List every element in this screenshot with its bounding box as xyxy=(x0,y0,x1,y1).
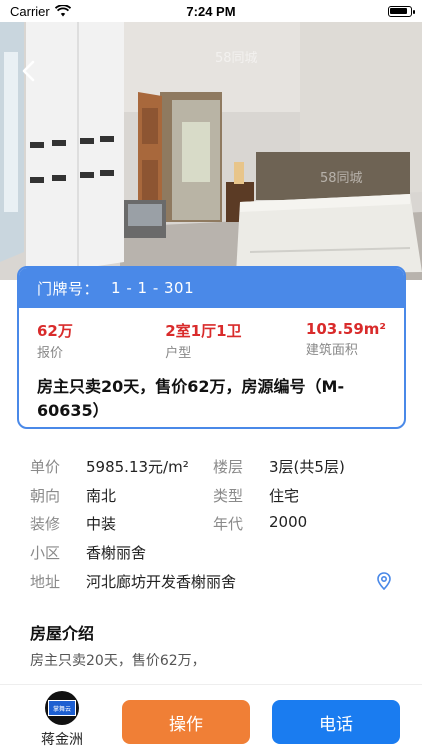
orientation-label: 朝向 xyxy=(30,486,61,505)
community-value: 香榭丽舍 xyxy=(86,543,147,562)
svg-text:58同城: 58同城 xyxy=(215,51,258,66)
location-label: 地址 xyxy=(30,572,61,591)
back-button[interactable] xyxy=(16,58,42,84)
agent-profile[interactable]: 掌舞云 蒋金洲 xyxy=(30,691,94,749)
call-button[interactable]: 电话 xyxy=(272,700,400,744)
detail-row: 小区 香榭丽舍 xyxy=(30,538,392,567)
status-left: Carrier xyxy=(10,4,71,19)
decoration-value: 中装 xyxy=(86,515,117,534)
unit-price-value: 5985.13元/m² xyxy=(86,457,189,476)
layout-value: 2室1厅1卫 xyxy=(165,322,242,340)
carrier-text: Carrier xyxy=(10,3,50,19)
area-stat: 103.59m² 建筑面积 xyxy=(306,320,386,361)
operate-button[interactable]: 操作 xyxy=(122,700,250,744)
area-label: 建筑面积 xyxy=(305,343,358,358)
detail-row: 朝向 南北 类型 住宅 xyxy=(30,481,392,510)
location-value: 河北廊坊开发香榭丽舍 xyxy=(86,572,237,591)
address-header: 门牌号： 1 - 1 - 301 xyxy=(19,268,404,308)
area-value: 103.59m² xyxy=(305,320,386,338)
back-arrow-icon xyxy=(22,60,35,82)
property-details: 单价 5985.13元/m² 楼层 3层(共5层) 朝向 南北 类型 住宅 装修 中装 年… xyxy=(30,452,392,595)
price-label: 报价 xyxy=(37,346,64,361)
address-label: 门牌号： xyxy=(37,279,100,298)
layout-stat: 2室1厅1卫 户型 xyxy=(165,320,241,361)
type-label: 类型 xyxy=(213,486,244,505)
floor-value: 3层(共5层) xyxy=(269,457,345,476)
price-value: 62万 xyxy=(37,322,73,340)
detail-row: 装修 中装 年代 2000 xyxy=(30,509,392,538)
year-value: 2000 xyxy=(269,513,308,532)
avatar[interactable]: 掌舞云 xyxy=(45,691,79,725)
agent-name: 蒋金洲 xyxy=(41,732,83,748)
agent-badge: 掌舞云 xyxy=(48,700,76,716)
wifi-icon xyxy=(54,5,71,17)
price-stat: 62万 报价 xyxy=(37,320,73,361)
intro-text: 房主只卖20天，售价62万， xyxy=(30,653,206,669)
listing-photo[interactable]: 58同城 58同城 xyxy=(0,22,422,280)
status-bar: Carrier 7:24 PM xyxy=(0,0,422,22)
address-value: 1 - 1 - 301 xyxy=(111,279,195,297)
key-stats: 62万 报价 2室1厅1卫 户型 103.59m² 建筑面积 xyxy=(19,308,404,361)
detail-row: 地址 河北廊坊开发香榭丽舍 xyxy=(30,567,392,596)
floor-label: 楼层 xyxy=(213,457,244,476)
year-label: 年代 xyxy=(213,515,244,534)
decoration-label: 装修 xyxy=(30,515,61,534)
listing-summary-card: 门牌号： 1 - 1 - 301 62万 报价 2室1厅1卫 户型 103.59… xyxy=(17,266,406,429)
battery-icon xyxy=(388,5,415,17)
location-pin-icon[interactable] xyxy=(376,572,392,591)
unit-price-label: 单价 xyxy=(30,457,61,476)
community-label: 小区 xyxy=(30,543,61,562)
bottom-action-bar: 掌舞云 蒋金洲 操作 电话 xyxy=(0,684,422,750)
detail-row: 单价 5985.13元/m² 楼层 3层(共5层) xyxy=(30,452,392,481)
type-value: 住宅 xyxy=(269,486,300,505)
orientation-value: 南北 xyxy=(86,486,117,505)
svg-text:58同城: 58同城 xyxy=(320,171,363,186)
layout-label: 户型 xyxy=(165,346,192,361)
listing-title: 房主只卖20天，售价62万，房源编号（M-60635） xyxy=(37,377,345,420)
intro-title: 房屋介绍 xyxy=(30,624,95,643)
